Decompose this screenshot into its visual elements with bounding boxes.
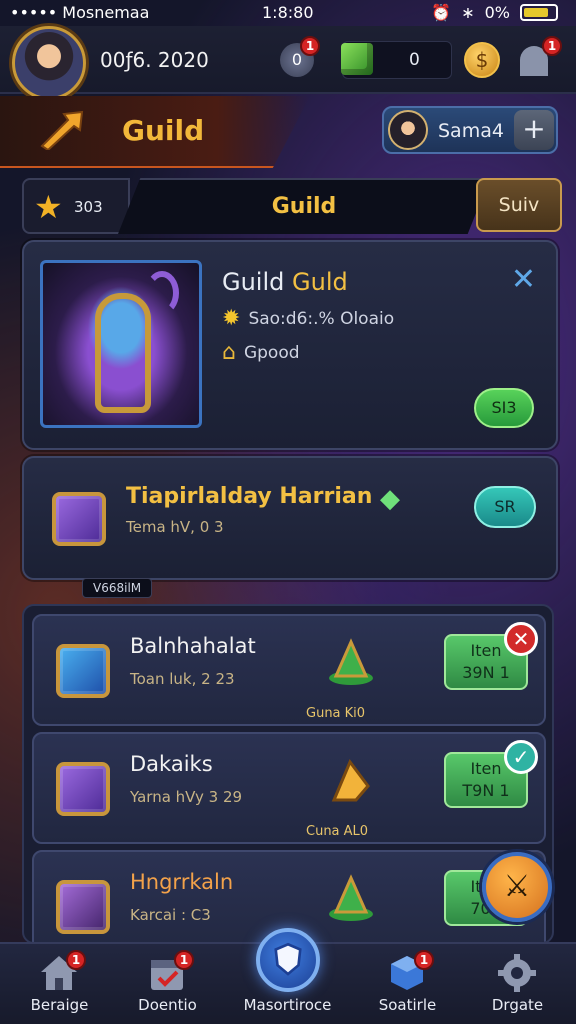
notification-dot: 1	[300, 36, 320, 56]
guild-card: Guild Guld ✕ ✹ Sao:d6:.% Oloaio ⌂ Gpood …	[22, 240, 558, 450]
close-badge-icon[interactable]: ✕	[504, 622, 538, 656]
gear-icon	[498, 954, 536, 992]
player-id: 00ƒ6. 2020	[100, 48, 209, 72]
coin-icon[interactable]: $	[464, 42, 500, 78]
item-action-line2: 39N 1	[462, 663, 510, 682]
item-name: Dakaiks	[130, 752, 213, 776]
battery-percent: 0%	[484, 3, 510, 22]
nav-label: Drgate	[491, 996, 544, 1014]
user-avatar	[388, 110, 428, 150]
nav-badge: 1	[66, 950, 86, 970]
alarm-icon: ⏰	[431, 3, 452, 22]
nav-badge: 1	[414, 950, 434, 970]
status-icons: ⏰ ∗ 0%	[431, 3, 558, 22]
quest-title: Tiapirlalday Harrian	[126, 484, 373, 509]
arrow-emblem-icon	[40, 110, 84, 150]
star-icon: ★	[34, 188, 63, 226]
guild-tab[interactable]: Guild	[118, 178, 490, 234]
house-icon: ⌂	[222, 340, 236, 365]
item-name: Hngrrkaln	[130, 870, 234, 894]
chest-icon	[56, 762, 110, 816]
item-subtitle: Karcai : C3	[130, 906, 211, 924]
nav-item-cube[interactable]: 1 Soatirle	[350, 944, 465, 1024]
guild-tab-label: Guild	[271, 194, 337, 219]
top-header: 00ƒ6. 2020 0 1 0 $ 1	[0, 26, 576, 100]
guild-detail-row: ⌂ Gpood	[222, 340, 300, 365]
guild-banner: Guild	[0, 96, 310, 168]
bluetooth-icon: ∗	[461, 3, 475, 22]
guild-portrait[interactable]	[40, 260, 202, 428]
guild-search-row: ★ 303 Guild Suiv	[22, 178, 562, 234]
chest-icon	[52, 492, 106, 546]
check-badge-icon[interactable]: ✓	[504, 740, 538, 774]
battle-button-icon[interactable]: ⚔	[482, 852, 552, 922]
user-name: Sama4	[438, 120, 504, 142]
reward-label: Cuna AL0	[306, 824, 369, 839]
reward-icon	[331, 759, 370, 802]
item-subtitle: Toan luk, 2 23	[130, 670, 235, 688]
item-subtitle: Yarna hVy 3 29	[130, 788, 243, 806]
reward-icon	[329, 638, 373, 685]
nav-label: Beraige	[30, 996, 89, 1014]
quest-card: Tiapirlalday Harrian ◆ Tema hV, 0 3 SR	[22, 456, 558, 580]
item-name: Balnhahalat	[130, 634, 256, 658]
user-chip[interactable]: Sama4 +	[382, 106, 558, 154]
list-item[interactable]: Balnhahalat Toan luk, 2 23 Guna Ki0 Iten…	[32, 614, 546, 726]
nav-label: Doentio	[138, 996, 197, 1014]
armor-shape	[95, 293, 151, 413]
guild-subtitle-row: ✹ Sao:d6:.% Oloaio	[222, 306, 394, 331]
chest-icon	[56, 880, 110, 934]
quest-action-button[interactable]: SR	[474, 486, 536, 528]
list-item[interactable]: Dakaiks Yarna hVy 3 29 Cuna AL0 Iten T9N…	[32, 732, 546, 844]
nav-item-home[interactable]: 1 Beraige	[2, 944, 117, 1024]
add-button[interactable]: +	[514, 110, 554, 150]
battery-icon	[520, 4, 558, 21]
close-icon[interactable]: ✕	[511, 262, 536, 297]
status-bar: ••••• Mosnemaa 1:8:80 ⏰ ∗ 0%	[0, 0, 576, 26]
follow-button[interactable]: Suiv	[476, 178, 562, 232]
building-notification-dot: 1	[542, 36, 562, 56]
player-avatar[interactable]	[12, 26, 86, 100]
guild-subtitle: Sao:d6:.% Oloaio	[248, 308, 395, 329]
nav-label: Soatirle	[378, 996, 437, 1014]
guild-action-button[interactable]: SI3	[474, 388, 534, 428]
gem-count: 0	[409, 50, 420, 70]
gem-icon	[341, 43, 373, 75]
clock: 1:8:80	[262, 3, 314, 22]
item-action-line2: T9N 1	[462, 781, 510, 800]
chest-icon	[56, 644, 110, 698]
nav-item-calendar[interactable]: 1 Doentio	[110, 944, 225, 1024]
reward-label: Guna Ki0	[306, 706, 366, 721]
rank-number: 303	[74, 198, 103, 216]
guild-name-part2: Guld	[292, 268, 348, 296]
bottom-nav: 1 Beraige 1 Doentio Masortiroce 1 Soatir…	[0, 928, 576, 1024]
guild-list: Balnhahalat Toan luk, 2 23 Guna Ki0 Iten…	[22, 604, 554, 944]
shield-icon	[256, 928, 320, 992]
guild-name: Guild Guld	[222, 268, 348, 296]
guild-name-part1: Guild	[222, 268, 285, 296]
carrier-label: ••••• Mosnemaa	[10, 3, 150, 22]
sun-icon: ✹	[222, 306, 241, 331]
guild-detail: Gpood	[243, 342, 300, 363]
quest-subtitle: Tema hV, 0 3	[126, 518, 224, 536]
gem-counter[interactable]: 0	[341, 41, 452, 79]
nav-label: Masortiroce	[243, 996, 332, 1014]
section-tag: V668ilM	[82, 578, 153, 598]
diamond-icon: ◆	[380, 484, 400, 514]
nav-item-settings[interactable]: Drgate	[460, 944, 575, 1024]
rank-box: ★ 303	[22, 178, 130, 234]
guild-title: Guild	[122, 114, 205, 147]
nav-badge: 1	[174, 950, 194, 970]
reward-icon	[329, 874, 373, 921]
horn-shape	[145, 271, 179, 315]
badge-counter-value: 0	[291, 50, 303, 69]
nav-item-center[interactable]: Masortiroce	[230, 928, 345, 1024]
